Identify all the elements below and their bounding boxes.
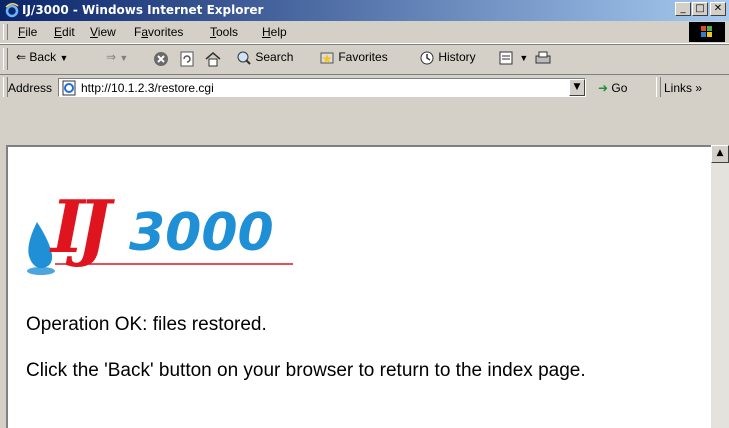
- links-grip[interactable]: [656, 77, 661, 97]
- address-url: http://10.1.2.3/restore.cgi: [81, 81, 214, 95]
- title-bar: IJ/3000 - Windows Internet Explorer _ □ …: [0, 0, 729, 21]
- mail-dropdown-icon[interactable]: ▼: [519, 53, 528, 63]
- minimize-button[interactable]: _: [675, 2, 691, 16]
- window-title: IJ/3000 - Windows Internet Explorer: [22, 3, 264, 17]
- search-icon: [237, 51, 251, 65]
- search-button[interactable]: Search: [236, 50, 293, 66]
- svg-text:3000: 3000: [129, 203, 274, 263]
- go-arrow-icon: ➜: [598, 81, 609, 95]
- back-arrow-icon: ⇐: [16, 50, 27, 64]
- standard-toolbar: ⇐ Back ▼ ⇒ ▼ Search Favorites History ▼: [0, 45, 729, 75]
- menu-edit[interactable]: Edit: [54, 25, 75, 39]
- page-icon: [62, 80, 76, 96]
- menu-grip[interactable]: [3, 24, 8, 40]
- go-label: Go: [611, 81, 628, 95]
- back-button[interactable]: ⇐ Back ▼: [16, 50, 68, 64]
- search-label: Search: [255, 50, 294, 65]
- history-icon: [420, 51, 434, 65]
- forward-arrow-icon: ⇒: [106, 50, 117, 64]
- ie-icon: [5, 3, 19, 18]
- back-label: Back: [29, 50, 57, 64]
- maximize-button[interactable]: □: [692, 2, 708, 16]
- print-icon: [535, 51, 551, 64]
- ij3000-logo: I J 3000: [27, 184, 293, 275]
- go-button[interactable]: ➜ Go: [598, 81, 627, 95]
- home-icon: [205, 52, 221, 67]
- forward-dropdown-icon[interactable]: ▼: [119, 53, 128, 63]
- stop-button[interactable]: [152, 50, 170, 68]
- history-button[interactable]: History: [419, 50, 476, 66]
- menu-file[interactable]: File: [18, 25, 37, 39]
- refresh-button[interactable]: [178, 50, 196, 68]
- status-message: Operation OK: files restored.: [26, 314, 267, 335]
- address-bar: Address http://10.1.2.3/restore.cgi ▼ ➜ …: [0, 75, 729, 100]
- home-button[interactable]: [204, 50, 222, 68]
- address-input[interactable]: http://10.1.2.3/restore.cgi ▼: [58, 78, 586, 97]
- page-viewport: I J 3000 Operation OK: files restored. C…: [6, 145, 711, 428]
- stop-icon: [154, 52, 168, 66]
- print-button[interactable]: [534, 50, 552, 66]
- mail-button[interactable]: ▼: [498, 50, 528, 66]
- address-dropdown-button[interactable]: ▼: [569, 79, 585, 96]
- refresh-icon: [180, 51, 194, 67]
- scroll-up-button[interactable]: ▲: [711, 145, 729, 163]
- menu-view[interactable]: View: [90, 25, 116, 39]
- forward-button[interactable]: ⇒ ▼: [106, 50, 128, 64]
- favorites-icon: [320, 52, 334, 64]
- history-label: History: [438, 50, 476, 65]
- back-dropdown-icon[interactable]: ▼: [59, 53, 68, 63]
- address-label: Address: [8, 81, 53, 95]
- mail-icon: [499, 51, 513, 65]
- links-button[interactable]: Links »: [664, 81, 702, 95]
- menu-help[interactable]: Help: [262, 25, 287, 39]
- instruction-message: Click the 'Back' button on your browser …: [26, 360, 586, 381]
- favorites-button[interactable]: Favorites: [319, 50, 388, 66]
- close-button[interactable]: ✕: [710, 2, 726, 16]
- menu-bar: File Edit View Favorites Tools Help: [0, 21, 729, 44]
- vertical-scrollbar[interactable]: ▲: [711, 145, 729, 428]
- windows-logo: [689, 22, 725, 42]
- menu-tools[interactable]: Tools: [210, 25, 238, 39]
- toolbar-grip[interactable]: [3, 48, 8, 70]
- favorites-label: Favorites: [338, 50, 388, 65]
- menu-favorites[interactable]: Favorites: [134, 25, 183, 39]
